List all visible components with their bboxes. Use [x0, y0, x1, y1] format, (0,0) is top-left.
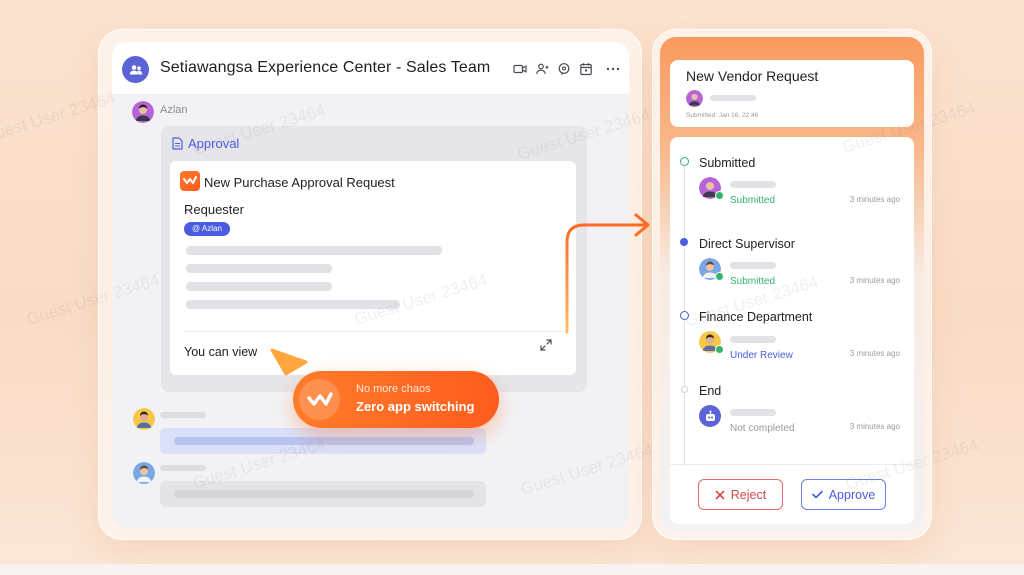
skeleton-line	[174, 437, 474, 445]
step-dot-current	[680, 311, 689, 320]
step-time: 3 minutes ago	[849, 349, 900, 358]
video-icon[interactable]	[513, 62, 527, 76]
step-title: Finance Department	[699, 310, 813, 324]
x-icon	[715, 490, 725, 499]
promo-badge: No more chaos Zero app switching	[293, 371, 499, 428]
view-text: You can view	[184, 345, 258, 359]
mention-icon[interactable]	[557, 62, 571, 76]
step-status: Under Review	[730, 350, 793, 361]
step-title: End	[699, 384, 722, 398]
step-status: Not completed	[730, 423, 795, 434]
app-logo-icon	[180, 171, 200, 191]
chat-title: Setiawangsa Experience Center - Sales Te…	[160, 59, 491, 76]
skeleton-name	[710, 95, 756, 101]
bottom-strip	[0, 564, 1024, 575]
check-icon	[715, 191, 724, 200]
app-logo-icon	[299, 379, 340, 420]
add-user-icon[interactable]	[535, 62, 549, 76]
action-divider	[670, 464, 914, 465]
step-time: 3 minutes ago	[849, 422, 900, 431]
cursor-pointer-icon	[270, 348, 308, 376]
approve-button[interactable]: Approve	[801, 479, 886, 510]
document-icon	[172, 137, 183, 150]
skeleton-name	[160, 412, 206, 418]
skeleton-line	[174, 490, 474, 498]
step-time: 3 minutes ago	[849, 276, 900, 285]
skeleton-name	[160, 465, 206, 471]
step-dot-complete	[680, 238, 688, 246]
skeleton-name	[730, 181, 776, 188]
step-status: Submitted	[730, 195, 776, 206]
step-title: Direct Supervisor	[699, 237, 795, 251]
check-icon	[811, 490, 823, 499]
approve-label: Approve	[828, 487, 876, 502]
skeleton-name	[730, 409, 776, 416]
skeleton-name	[730, 336, 776, 343]
sender-avatar[interactable]	[132, 101, 154, 123]
badge-title: Zero app switching	[356, 399, 475, 414]
approval-tag[interactable]: Approval	[172, 136, 239, 151]
member-avatar[interactable]	[133, 408, 155, 430]
member-avatar[interactable]	[133, 462, 155, 484]
more-icon[interactable]	[606, 62, 620, 76]
robot-icon	[699, 405, 721, 427]
check-icon	[715, 345, 724, 354]
step-title: Submitted	[699, 156, 756, 170]
approval-tag-label: Approval	[188, 136, 240, 151]
step-dot-complete	[680, 157, 689, 166]
badge-subtitle: No more chaos	[356, 383, 431, 395]
chat-header: Setiawangsa Experience Center - Sales Te…	[112, 42, 629, 95]
requester-mention[interactable]: @ Azlan	[184, 222, 230, 236]
step-dot-pending	[681, 386, 688, 393]
step-status: Submitted	[730, 276, 776, 287]
skeleton-name	[730, 262, 776, 269]
connector-arrow	[270, 213, 650, 376]
calendar-icon[interactable]	[579, 62, 593, 76]
vendor-request-title: New Vendor Request	[686, 68, 819, 84]
request-title: New Purchase Approval Request	[204, 175, 395, 190]
requester-label: Requester	[184, 202, 244, 217]
submitted-timestamp: Submitted: Jan 16, 22:46	[686, 112, 759, 119]
reject-button[interactable]: Reject	[698, 479, 783, 510]
team-icon[interactable]	[122, 56, 149, 83]
step-time: 3 minutes ago	[849, 195, 900, 204]
sender-name: Azlan	[160, 104, 188, 116]
requester-avatar	[686, 90, 703, 107]
check-icon	[715, 272, 724, 281]
reject-label: Reject	[730, 487, 767, 502]
